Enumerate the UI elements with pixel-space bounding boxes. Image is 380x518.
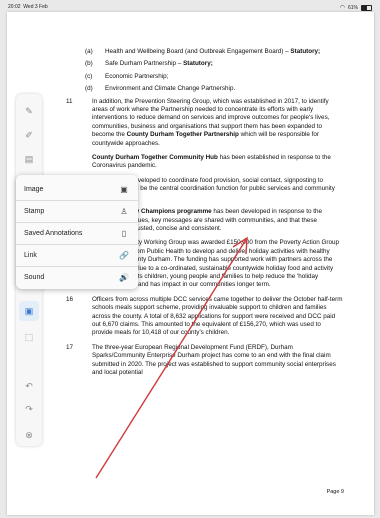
- menu-item-stamp[interactable]: Stamp ♙: [24, 201, 130, 221]
- close-icon[interactable]: ⊗: [22, 428, 36, 442]
- menu-item-label: Sound: [24, 273, 45, 281]
- image-icon: ▣: [120, 184, 128, 194]
- menu-item-link[interactable]: Link 🔗: [24, 245, 130, 265]
- text-icon[interactable]: ▤: [22, 152, 36, 166]
- pen-icon[interactable]: ✎: [22, 104, 36, 118]
- saved-annotations-icon: ▯: [121, 228, 127, 238]
- highlighter-icon[interactable]: ✐: [22, 128, 36, 142]
- menu-item-label: Link: [24, 251, 37, 259]
- menu-item-image[interactable]: Image ▣: [24, 179, 130, 199]
- sound-icon: 🔊: [119, 272, 129, 282]
- menu-item-saved-annotations[interactable]: Saved Annotations ▯: [24, 223, 130, 243]
- menu-item-label: Stamp: [24, 207, 45, 215]
- menu-item-label: Image: [24, 185, 44, 193]
- selection-icon[interactable]: ⬚: [22, 330, 36, 344]
- image-tool-icon[interactable]: ▣: [19, 301, 39, 321]
- menu-item-label: Saved Annotations: [24, 229, 83, 237]
- link-icon: 🔗: [119, 250, 129, 260]
- stamp-icon: ♙: [120, 206, 128, 216]
- menu-item-sound[interactable]: Sound 🔊: [24, 267, 130, 287]
- annotation-menu: Image ▣ Stamp ♙ Saved Annotations ▯ Link 🔗 Sound…: [16, 175, 138, 289]
- undo-icon[interactable]: ↶: [22, 379, 36, 393]
- redo-icon[interactable]: ↷: [22, 402, 36, 416]
